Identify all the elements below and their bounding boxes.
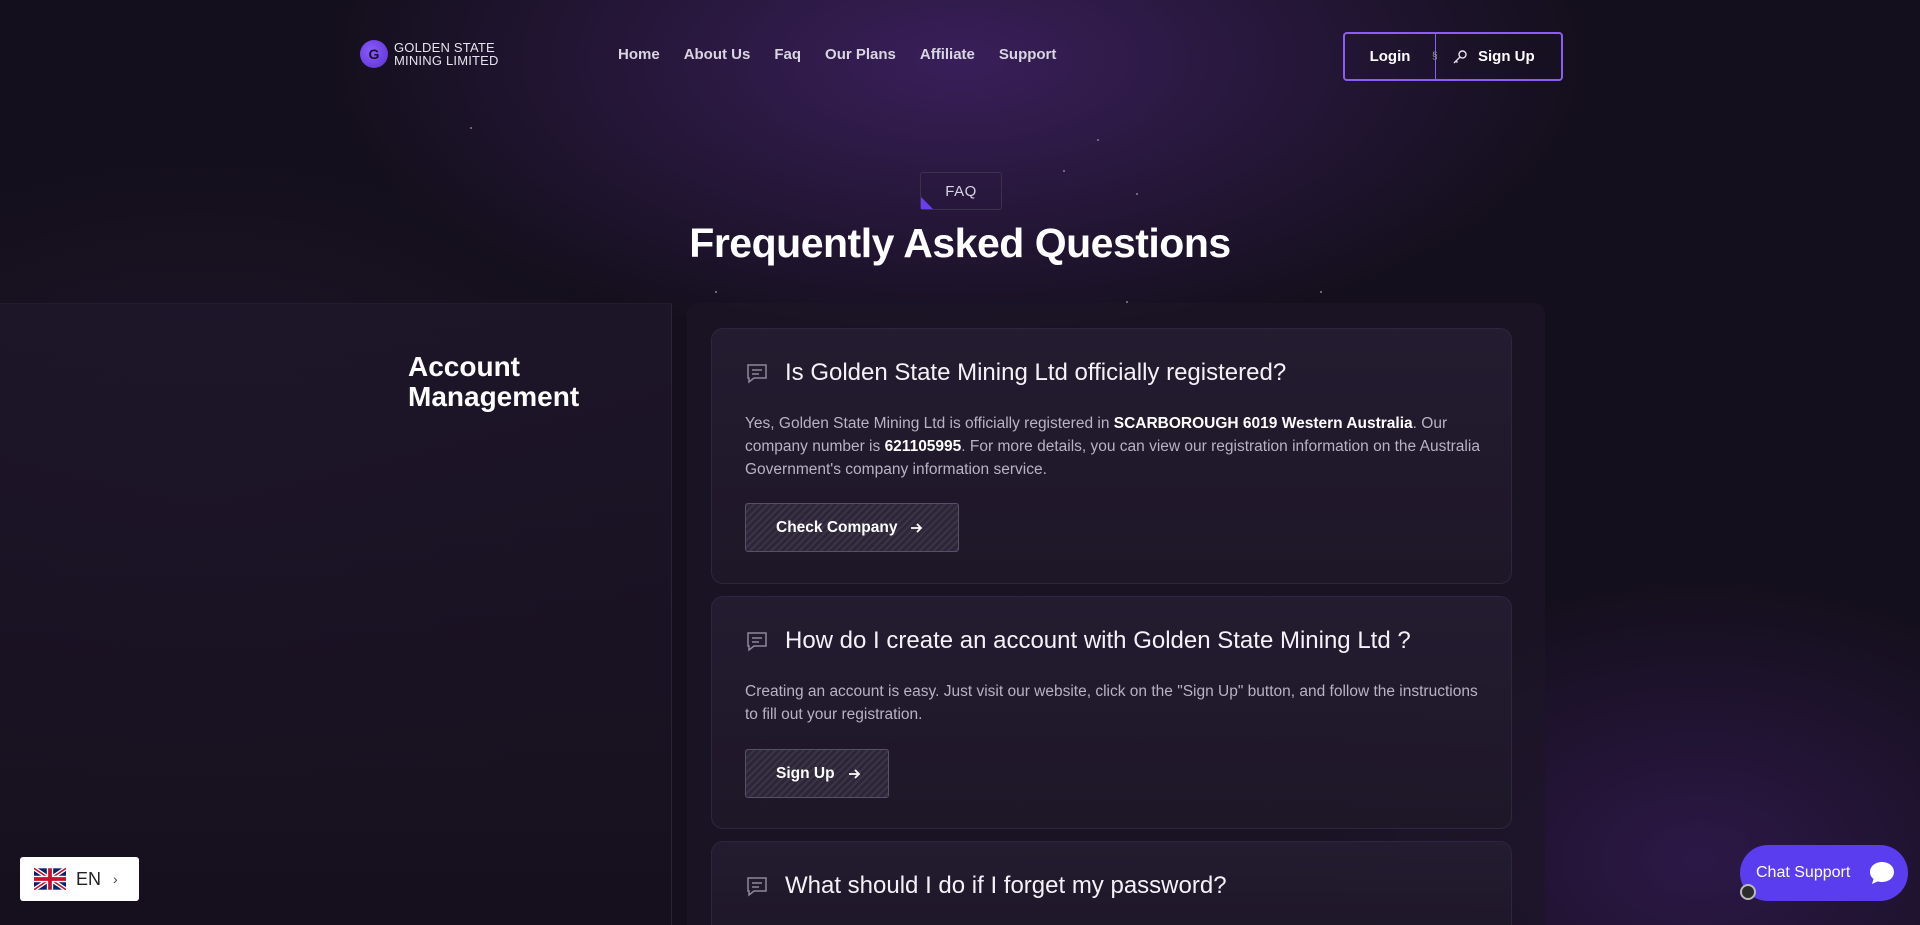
arrow-right-icon [848, 768, 860, 779]
background-star [1097, 139, 1099, 141]
signup-button[interactable]: Sign Up [1440, 48, 1535, 65]
chat-support-button[interactable]: Chat Support [1740, 845, 1908, 901]
faq-question-text: How do I create an account with Golden S… [785, 627, 1411, 654]
site-header: G GOLDEN STATE MINING LIMITED Home About… [0, 0, 1920, 114]
tag-corner-accent [921, 197, 933, 209]
login-button[interactable]: Login [1345, 48, 1435, 65]
key-icon [1453, 49, 1467, 63]
brand-name-line2: MINING LIMITED [394, 53, 499, 68]
auth-buttons: Login § Sign Up [1343, 32, 1563, 81]
language-code: EN [76, 868, 102, 889]
answer-highlight-company-number: 621105995 [884, 438, 962, 455]
auth-divider-glyph: § [1432, 51, 1438, 62]
nav-item-our-plans[interactable]: Our Plans [825, 46, 896, 63]
chat-support-label: Chat Support [1756, 864, 1851, 881]
uk-flag-icon [34, 868, 66, 890]
chat-message-icon [747, 632, 767, 652]
signup-label: Sign Up [1478, 48, 1535, 65]
language-selector[interactable]: EN › [20, 857, 139, 901]
category-title[interactable]: Account Management [408, 352, 638, 412]
sign-up-faq-label: Sign Up [776, 764, 835, 782]
logo-mark-icon: G [360, 40, 388, 68]
chat-message-icon [747, 364, 767, 384]
nav-item-home[interactable]: Home [618, 46, 660, 63]
section-tag: FAQ [920, 172, 1002, 210]
chat-message-icon [747, 877, 767, 897]
faq-answer: Creating an account is easy. Just visit … [745, 683, 1478, 723]
section-tag-label: FAQ [945, 182, 977, 200]
nav-item-faq[interactable]: Faq [774, 46, 801, 63]
page-title: Frequently Asked Questions [689, 220, 1231, 266]
main-nav: Home About Us Faq Our Plans Affiliate Su… [618, 46, 1056, 63]
answer-text: Yes, Golden State Mining Ltd is official… [745, 415, 1114, 432]
nav-item-about-us[interactable]: About Us [684, 46, 751, 63]
background-star [1320, 291, 1322, 293]
faq-question[interactable]: What should I do if I forget my password… [745, 872, 1227, 900]
faq-item: What should I do if I forget my password… [711, 841, 1512, 925]
sign-up-faq-button[interactable]: Sign Up [745, 749, 889, 798]
faq-item: Is Golden State Mining Ltd officially re… [711, 328, 1512, 584]
faq-question[interactable]: How do I create an account with Golden S… [745, 627, 1411, 655]
chevron-right-icon: › [113, 871, 118, 887]
chat-status-indicator [1740, 884, 1756, 900]
faq-item: How do I create an account with Golden S… [711, 596, 1512, 829]
answer-highlight-address: SCARBOROUGH 6019 Western Australia [1113, 415, 1413, 432]
nav-item-support[interactable]: Support [999, 46, 1057, 63]
faq-question-text: Is Golden State Mining Ltd officially re… [785, 359, 1287, 386]
background-star [715, 291, 717, 293]
nav-item-affiliate[interactable]: Affiliate [920, 46, 975, 63]
background-star [1063, 170, 1065, 172]
faq-question-text: What should I do if I forget my password… [785, 872, 1227, 899]
chat-bubble-icon [1870, 862, 1895, 884]
brand-name: GOLDEN STATE MINING LIMITED [394, 41, 499, 67]
faq-question[interactable]: Is Golden State Mining Ltd officially re… [745, 359, 1286, 387]
check-company-label: Check Company [776, 518, 898, 536]
faq-answer: Yes, Golden State Mining Ltd is official… [745, 412, 1485, 481]
background-star [1136, 193, 1138, 195]
background-star [470, 127, 472, 129]
arrow-right-icon [911, 522, 923, 533]
brand-logo[interactable]: G GOLDEN STATE MINING LIMITED [360, 40, 499, 68]
check-company-button[interactable]: Check Company [745, 503, 959, 552]
